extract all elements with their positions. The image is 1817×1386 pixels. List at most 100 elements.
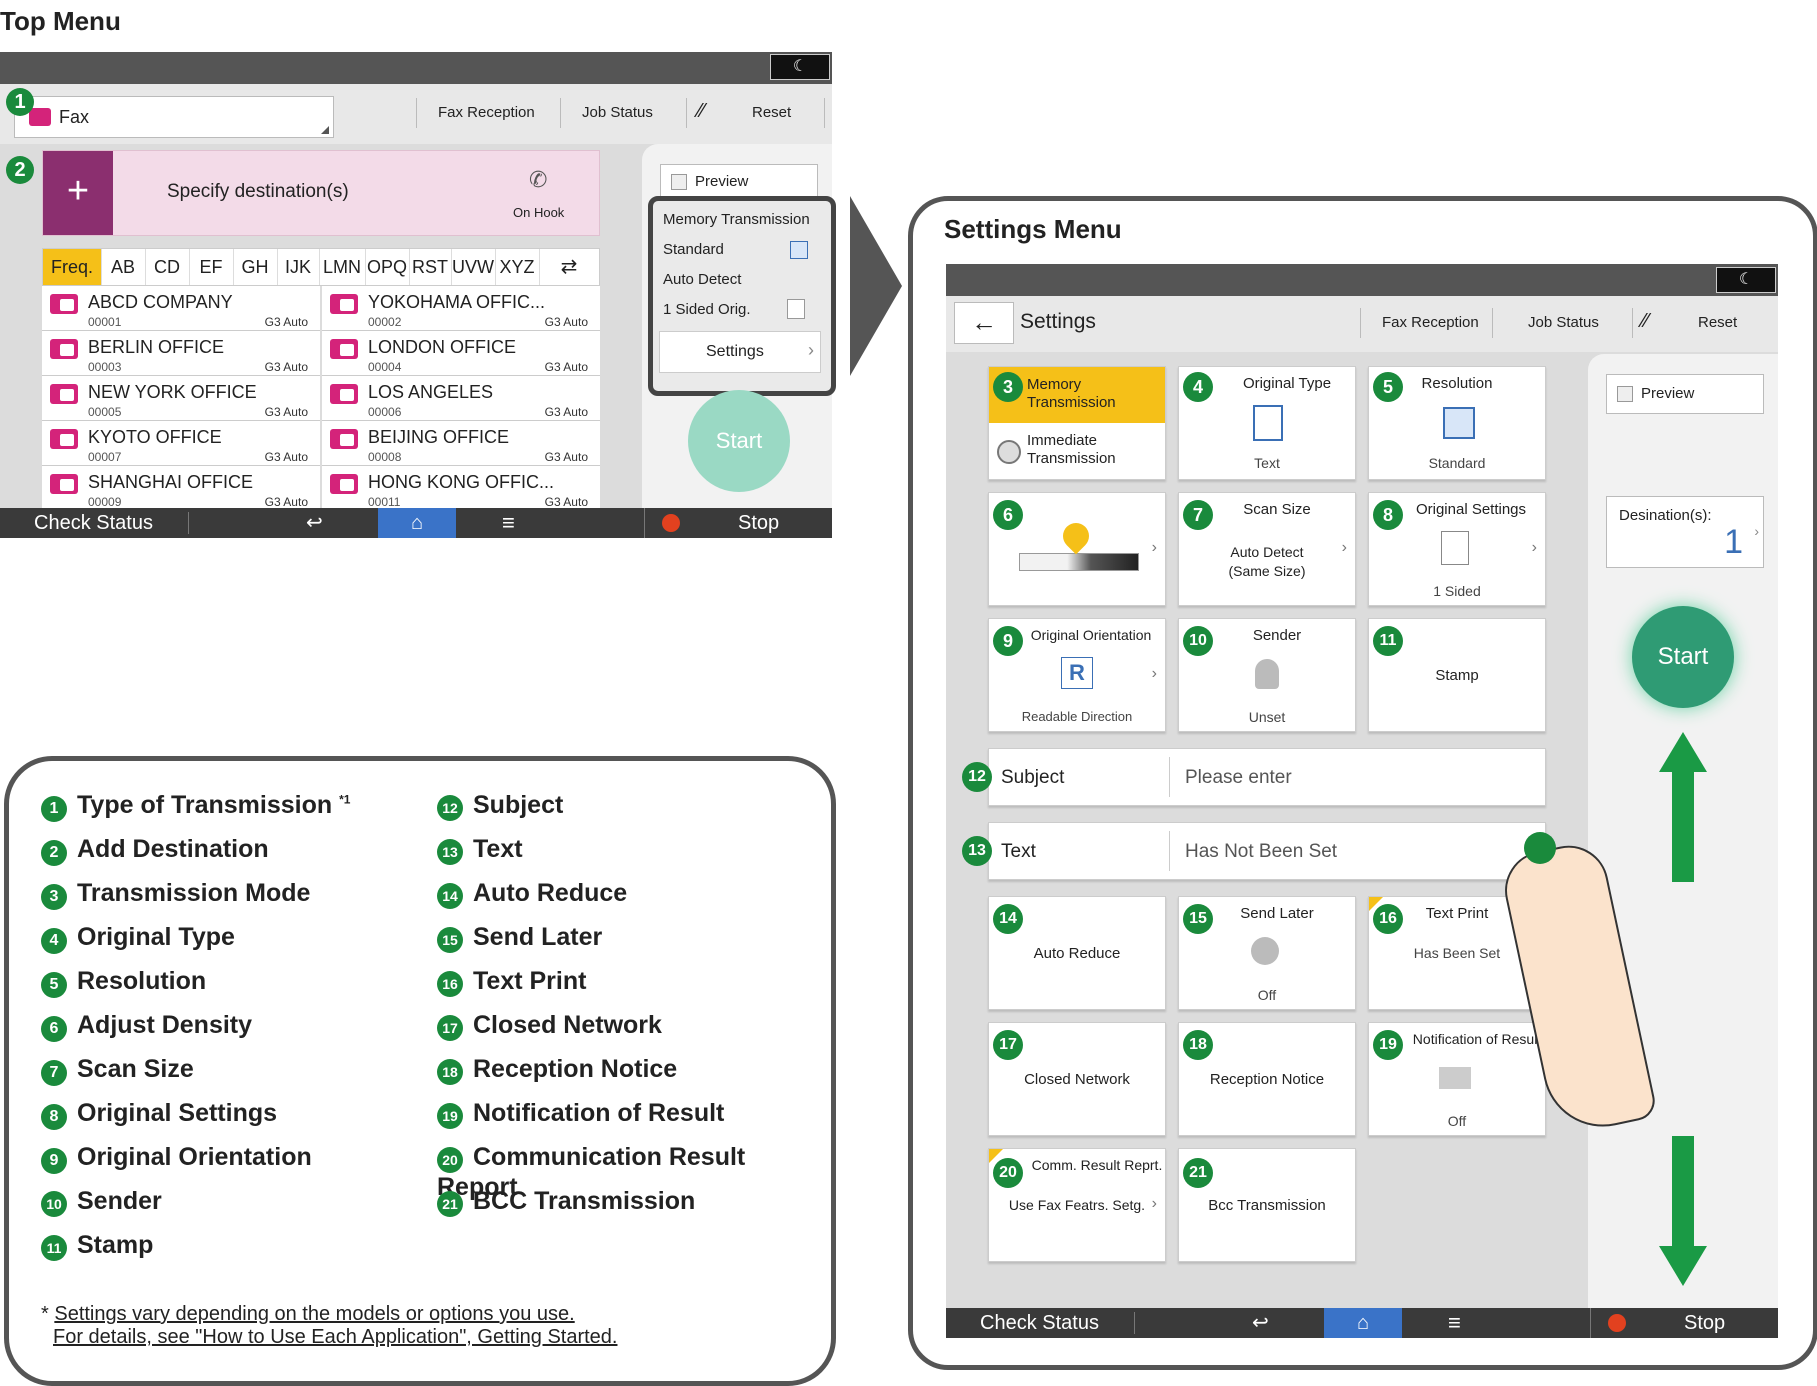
start-button[interactable]: Start [1632,606,1734,708]
tab-opq[interactable]: OPQ [365,249,410,285]
callout-9: 9 [993,626,1023,656]
list-item[interactable]: LONDON OFFICE 00004 G3 Auto [322,331,600,376]
callout-16: 16 [1373,904,1403,934]
callout-8: 8 [1373,500,1403,530]
tab-freq[interactable]: Freq. [43,249,102,285]
tab-ijk[interactable]: IJK [277,249,320,285]
legend-item: 16 Text Print [437,967,586,997]
list-item[interactable]: YOKOHAMA OFFIC... 00002 G3 Auto [322,286,600,331]
list-item[interactable]: ABCD COMPANY 00001 G3 Auto [42,286,320,331]
fax-icon [50,339,78,359]
tab-cd[interactable]: CD [145,249,190,285]
text-field[interactable]: Text Has Not Been Set [988,822,1546,880]
entry-name: LOS ANGELES [368,382,494,402]
legend-item: 18 Reception Notice [437,1055,677,1085]
fax-icon [330,294,358,314]
tab-xyz[interactable]: XYZ [495,249,540,285]
fax-reception-button[interactable]: Fax Reception [1382,314,1479,331]
subject-label: Subject [1001,767,1065,788]
back-icon[interactable]: ↩ [306,510,323,535]
list-item[interactable]: BERLIN OFFICE 00003 G3 Auto [42,331,320,376]
orientation-icon: R [1061,657,1093,689]
check-status-button[interactable]: Check Status [980,1312,1099,1335]
energy-saver-icon[interactable]: ☾ [1716,267,1776,293]
list-item[interactable]: BEIJING OFFICE 00008 G3 Auto [322,421,600,466]
destinations-box[interactable]: Desination(s): 1 › [1606,496,1764,568]
stop-icon [1608,1314,1626,1332]
stop-button[interactable]: Stop [1684,1312,1725,1335]
legend-item: 9 Original Orientation [41,1143,312,1174]
subject-field[interactable]: Subject Please enter [988,748,1546,806]
check-status-button[interactable]: Check Status [34,512,153,535]
entry-code: 00009 [88,495,122,508]
address-list: ABCD COMPANY 00001 G3 Auto YOKOHAMA OFFIC.… [42,286,600,508]
reset-button[interactable]: Reset [752,104,791,121]
list-item[interactable]: HONG KONG OFFIC... 00011 G3 Auto [322,466,600,508]
immediate-transmission-option[interactable]: Immediate Transmission [989,423,1165,479]
list-item[interactable]: KYOTO OFFICE 00007 G3 Auto [42,421,320,466]
legend-item: 7 Scan Size [41,1055,194,1086]
document-icon [1253,405,1283,441]
notification-of-result-label: Notification of Result [1412,1031,1542,1047]
tab-ab[interactable]: AB [101,249,146,285]
specify-destination-button[interactable]: + Specify destination(s) ✆ On Hook [42,150,600,236]
transmission-type-selector[interactable]: Fax [14,96,334,138]
menu-icon[interactable]: ≡ [502,510,515,536]
clock-icon [1251,937,1279,965]
list-item[interactable]: NEW YORK OFFICE 00005 G3 Auto [42,376,320,421]
callout-4: 4 [1183,372,1213,402]
sides-icon [787,299,805,319]
stop-button[interactable]: Stop [738,512,779,535]
menu-icon[interactable]: ≡ [1448,1310,1461,1336]
list-item[interactable]: LOS ANGELES 00006 G3 Auto [322,376,600,421]
auto-reduce-label: Auto Reduce [1033,945,1121,962]
person-icon [1255,659,1279,689]
entry-code: 00007 [88,450,122,464]
job-status-button[interactable]: Job Status [582,104,653,121]
tab-uvw[interactable]: UVW [451,249,496,285]
back-icon[interactable]: ↩ [1252,1310,1269,1335]
energy-saver-icon[interactable]: ☾ [770,54,830,80]
job-status-button[interactable]: Job Status [1528,314,1599,331]
legend-item: 6 Adjust Density [41,1011,252,1042]
chevron-right-icon: › [1151,665,1157,682]
entry-name: BEIJING OFFICE [368,427,510,447]
entry-code: 00004 [368,360,402,374]
tab-rst[interactable]: RST [409,249,452,285]
entry-type: G3 Auto [264,360,308,374]
home-icon[interactable]: ⌂ [1324,1308,1402,1338]
back-arrow-icon[interactable]: ← [954,302,1014,344]
fax-reception-button[interactable]: Fax Reception [438,104,535,121]
comm-result-value: Use Fax Featrs. Setg. [1008,1197,1146,1213]
mail-icon [1439,1067,1471,1089]
resolution-icon [790,241,808,259]
callout-13: 13 [962,836,992,866]
entry-type: G3 Auto [544,495,588,508]
start-button[interactable]: Start [688,390,790,492]
footnote-line-2: For details, see "How to Use Each Applic… [53,1326,618,1348]
add-icon: + [43,151,113,235]
original-settings-label: Original Settings [1415,501,1527,518]
list-item[interactable]: SHANGHAI OFFICE 00009 G3 Auto [42,466,320,508]
on-hook-label: On Hook [513,205,565,220]
entry-type: G3 Auto [264,495,308,508]
fax-label: Fax [59,107,90,127]
tab-ef[interactable]: EF [189,249,234,285]
tab-gh[interactable]: GH [233,249,278,285]
preview-checkbox[interactable]: Preview [660,164,818,200]
fax-icon [29,108,51,126]
settings-button[interactable]: Settings › [659,331,821,373]
arrow-up-icon [1659,732,1707,772]
swap-icon[interactable]: ⇄ [539,249,599,285]
resolution-icon [1443,407,1475,439]
home-icon[interactable]: ⌂ [378,508,456,538]
tab-lmn[interactable]: LMN [319,249,366,285]
preview-checkbox[interactable]: Preview [1606,374,1764,414]
entry-name: ABCD COMPANY [88,292,233,312]
fax-icon [330,339,358,359]
entry-code: 00001 [88,315,122,329]
reset-button[interactable]: Reset [1698,314,1737,331]
original-orientation-label: Original Orientation [1030,627,1152,643]
sides-icon [1441,531,1469,565]
fax-icon [330,474,358,494]
